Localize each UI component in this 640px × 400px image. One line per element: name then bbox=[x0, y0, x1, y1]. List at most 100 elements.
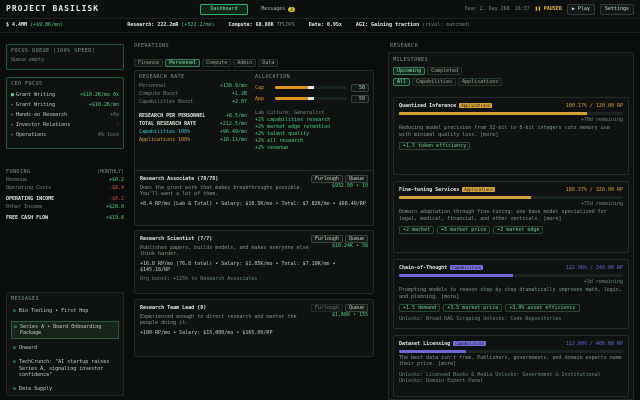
research-rate-value: +1.2B bbox=[231, 91, 247, 98]
milestone-title: Dataset Licensing bbox=[399, 340, 451, 347]
research-rate-row: Capabilities Boost +2.07 bbox=[139, 98, 247, 106]
funding-section: FUNDING (MONTHLY) Revenue +$0.2 Operating C… bbox=[6, 168, 124, 222]
allocation-slider-fill bbox=[275, 97, 311, 101]
ops-tab-finance[interactable]: Finance bbox=[134, 59, 164, 67]
allocation-slider[interactable] bbox=[275, 97, 347, 101]
milestone-progress: 122.00% / 240.00 RP bbox=[565, 264, 623, 271]
milestone-progress-fill bbox=[399, 196, 532, 199]
milestone-chip: +1.5 token efficiency bbox=[399, 141, 471, 150]
milestone-progress-fill bbox=[399, 274, 514, 277]
message-item[interactable]: ✉ TechCrunch: "AI startup raises Series A… bbox=[11, 357, 119, 380]
ops-tab-admin[interactable]: Admin bbox=[233, 59, 257, 67]
research-tab-upcoming[interactable]: Upcoming bbox=[393, 67, 426, 76]
tab-dashboard[interactable]: Dashboard bbox=[200, 4, 248, 15]
ceo-focus-left: ▸ Grant Writing bbox=[11, 102, 55, 108]
data-value: Data: 0.95x bbox=[308, 22, 342, 29]
ceo-focus-list: ■ Grant Writing +$10.2K/mo 0x ▸ Grant Writin… bbox=[11, 90, 119, 140]
pause-icon: ❚❚ bbox=[534, 6, 544, 13]
hire-card: Research Team Lead (0) Furlough Queue Exper… bbox=[134, 299, 374, 357]
research-per-row: TOTAL RESEARCH RATE +212.5/mo bbox=[139, 120, 247, 128]
hire-desc-row: Publishes papers, builds models, and mak… bbox=[140, 243, 368, 258]
research-rate-label: Compute Boost bbox=[139, 91, 179, 98]
message-item[interactable]: ✉ Bio Tooling • First Hop bbox=[11, 306, 119, 316]
money-rate: (+$9.8K/mo) bbox=[30, 22, 64, 29]
research-tab-completed[interactable]: Completed bbox=[427, 67, 463, 76]
settings-button[interactable]: Settings bbox=[599, 4, 634, 15]
ops-tab-personnel[interactable]: Personnel bbox=[165, 59, 201, 67]
ops-tab-data[interactable]: Data bbox=[258, 59, 279, 67]
allocation-value[interactable]: 50 bbox=[351, 94, 369, 103]
research-filter-applications[interactable]: Applications bbox=[458, 78, 503, 87]
left-column: FOCUS QUEUE (100% SPEED) Queue empty CEO… bbox=[6, 40, 124, 400]
ceo-focus-item[interactable]: ▸ Operations 4% loss bbox=[11, 130, 119, 140]
milestone-title-wrap: Chain-of-Thought Capabilities bbox=[399, 264, 484, 271]
research-per-label: Capabilities 100% bbox=[139, 129, 191, 136]
milestone-header: Chain-of-Thought Capabilities 122.00% / 24… bbox=[399, 264, 623, 272]
allocation-value[interactable]: 50 bbox=[351, 83, 369, 92]
allocation-slider-handle[interactable] bbox=[308, 86, 314, 90]
checkbox-icon: ▸ bbox=[11, 132, 15, 139]
allocation-list: Cap 50 App 50 bbox=[255, 82, 369, 104]
culture-item: +2% market edge retention bbox=[255, 123, 331, 130]
allocation-slider[interactable] bbox=[275, 86, 347, 90]
milestone-card[interactable]: Fine-tuning Services Applications 188.37% … bbox=[393, 181, 629, 253]
queue-button[interactable]: Queue bbox=[344, 175, 368, 183]
milestones-label: MILESTONES bbox=[393, 57, 429, 63]
message-item[interactable]: ✉ Onward bbox=[11, 343, 119, 353]
research-panel: MILESTONES Upcoming Completed All Capabili… bbox=[388, 52, 634, 400]
milestone-card[interactable]: Chain-of-Thought Capabilities 122.00% / 24… bbox=[393, 259, 629, 329]
ceo-focus-value: +$10.2K/mo bbox=[88, 102, 119, 109]
hire-desc: Publishes papers, builds models, and mak… bbox=[140, 245, 309, 258]
data-stat: Data: 0.95x bbox=[309, 22, 342, 28]
furlough-button[interactable]: Furlough bbox=[310, 235, 343, 243]
hire-card-header: Research Associate (78/78) Furlough Queue bbox=[140, 175, 368, 183]
milestone-header: Fine-tuning Services Applications 188.37% … bbox=[399, 186, 623, 194]
hire-detail: +16.8 RP/mo (76.8 total) • Salary: $1.05… bbox=[140, 260, 336, 273]
ops-tab-compute[interactable]: Compute bbox=[202, 59, 232, 67]
ceo-focus-left: ▸ Operations bbox=[11, 132, 46, 138]
milestone-card[interactable]: Quantized Inference Applications 100.17% /… bbox=[393, 97, 629, 175]
research-per-label: TOTAL RESEARCH RATE bbox=[139, 121, 197, 128]
milestone-progress: 188.37% / 320.00 RP bbox=[565, 186, 623, 193]
culture-item: +2% capabilities research bbox=[255, 116, 331, 123]
hire-desc: Does the grunt work that makes breakthro… bbox=[140, 185, 303, 198]
allocation-slider-fill bbox=[275, 86, 311, 90]
milestone-progress-fill bbox=[399, 350, 467, 353]
research-filter-all[interactable]: All bbox=[393, 78, 411, 87]
ceo-focus-item[interactable]: ▸ Investor Relations - bbox=[11, 120, 119, 130]
ceo-focus-item[interactable]: ▸ Grant Writing +$10.2K/mo bbox=[11, 100, 119, 110]
research-filter-capabilities[interactable]: Capabilities bbox=[412, 78, 457, 87]
operations-column: OPERATIONS Finance Personnel Compute Admin D… bbox=[132, 40, 380, 400]
furlough-button[interactable]: Furlough bbox=[310, 175, 343, 183]
milestone-title-wrap: Dataset Licensing Capabilities bbox=[399, 340, 487, 347]
ceo-focus-left: ■ Grant Writing bbox=[11, 92, 55, 98]
queue-button[interactable]: Queue bbox=[344, 235, 368, 243]
milestone-chip: +1.5 demand bbox=[399, 303, 441, 312]
ceo-focus-label: Hands-on Research bbox=[16, 112, 68, 119]
top-bar: PROJECT BASILISK Dashboard Messages 3 Yea… bbox=[0, 0, 640, 19]
tab-messages[interactable]: Messages 3 bbox=[252, 4, 304, 15]
message-icon: ✉ bbox=[13, 386, 17, 392]
other-income-label: Other Income bbox=[6, 203, 43, 210]
research-title: RESEARCH bbox=[390, 43, 419, 49]
ceo-focus-value: +$10.2K/mo 0x bbox=[79, 92, 119, 99]
queue-button[interactable]: Queue bbox=[344, 304, 368, 312]
milestone-card[interactable]: Dataset Licensing Capabilities 122.00% / 4… bbox=[393, 335, 629, 397]
ceo-focus-item[interactable]: ▸ Hands-on Research +0x bbox=[11, 110, 119, 120]
research-rate-value: +2.07 bbox=[231, 99, 247, 106]
focus-queue-title: FOCUS QUEUE (100% SPEED) bbox=[11, 48, 96, 54]
funding-sub: (MONTHLY) bbox=[96, 168, 124, 175]
ceo-focus-item[interactable]: ■ Grant Writing +$10.2K/mo 0x bbox=[11, 90, 119, 100]
message-text: TechCrunch: "AI startup raises Series A,… bbox=[19, 359, 110, 378]
messages-count-badge: 3 bbox=[288, 7, 295, 12]
message-item[interactable]: ✉ Series A • Board Onboarding Package bbox=[11, 320, 119, 339]
message-item[interactable]: ✉ Data Supply bbox=[11, 384, 119, 394]
milestone-title: Fine-tuning Services bbox=[399, 186, 460, 193]
agi-value: AGI: Gaining traction bbox=[355, 22, 420, 29]
play-button[interactable]: ▶ Play bbox=[566, 4, 595, 15]
research-rate-list: Personnel +130.9/mo Compute Boost +1.2B Capa… bbox=[139, 82, 247, 106]
allocation-slider-handle[interactable] bbox=[308, 97, 314, 101]
furlough-button[interactable]: Furlough bbox=[310, 304, 343, 312]
research-per-label: RESEARCH PER PERSONNEL bbox=[139, 113, 206, 120]
milestone-title: Chain-of-Thought bbox=[399, 264, 448, 271]
